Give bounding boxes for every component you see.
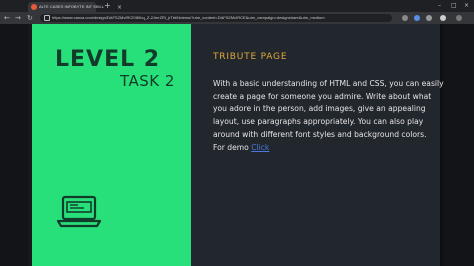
forward-button[interactable]: →	[15, 14, 21, 22]
menu-icon[interactable]	[456, 15, 462, 21]
level-heading: LEVEL 2	[55, 47, 161, 72]
favicon-icon	[31, 4, 37, 10]
task-heading: TASK 2	[120, 72, 175, 90]
settings-icon[interactable]	[440, 15, 446, 21]
demo-link[interactable]: Click	[251, 143, 269, 152]
laptop-icon	[56, 195, 102, 228]
close-window-button[interactable]: ×	[464, 2, 469, 9]
back-button[interactable]: ←	[4, 14, 10, 22]
description-line: With a basic understanding of HTML and C…	[213, 79, 444, 88]
reload-button[interactable]: ↻	[27, 14, 33, 22]
tab-active[interactable]: ALTE CASES INFOBYTE INT SKILL ×	[28, 2, 122, 12]
browser-window: ALTE CASES INFOBYTE INT SKILL × + – □ × …	[0, 0, 474, 266]
tab-close-icon[interactable]: ×	[117, 4, 122, 11]
description-line: layout, use paragraphs appropriately. Yo…	[213, 117, 424, 127]
description-line: you adore in the person, add images, giv…	[213, 104, 426, 114]
minimize-button[interactable]: –	[438, 2, 441, 9]
extensions-icon[interactable]	[402, 15, 408, 21]
page-divider	[440, 24, 443, 266]
tab-title: ALTE CASES INFOBYTE INT SKILL	[39, 4, 104, 9]
page-margin-left	[0, 24, 28, 266]
new-tab-button[interactable]: +	[104, 2, 111, 10]
demo-line: For demo Click	[213, 142, 438, 155]
demo-prefix: For demo	[213, 142, 252, 152]
description-line: around with different font styles and ba…	[213, 129, 427, 139]
bookmarks-icon[interactable]	[426, 15, 432, 21]
description-line: create a page for someone you admire. Wr…	[213, 91, 432, 101]
page-margin-right	[443, 24, 474, 266]
content-description: With a basic understanding of HTML and C…	[213, 78, 444, 155]
address-url: https://www.canva.com/design/DAFSZMvIRCE…	[52, 15, 325, 20]
content-title: TRIBUTE PAGE	[213, 52, 288, 62]
maximize-button[interactable]: □	[451, 2, 457, 9]
profile-icon[interactable]	[414, 15, 420, 21]
browser-toolbar: ← → ↻ https://www.canva.com/design/DAFSZ…	[0, 12, 474, 24]
address-bar[interactable]: https://www.canva.com/design/DAFSZMvIRCE…	[40, 14, 392, 22]
lock-icon	[44, 15, 50, 21]
tab-strip: ALTE CASES INFOBYTE INT SKILL × + – □ ×	[0, 0, 474, 12]
